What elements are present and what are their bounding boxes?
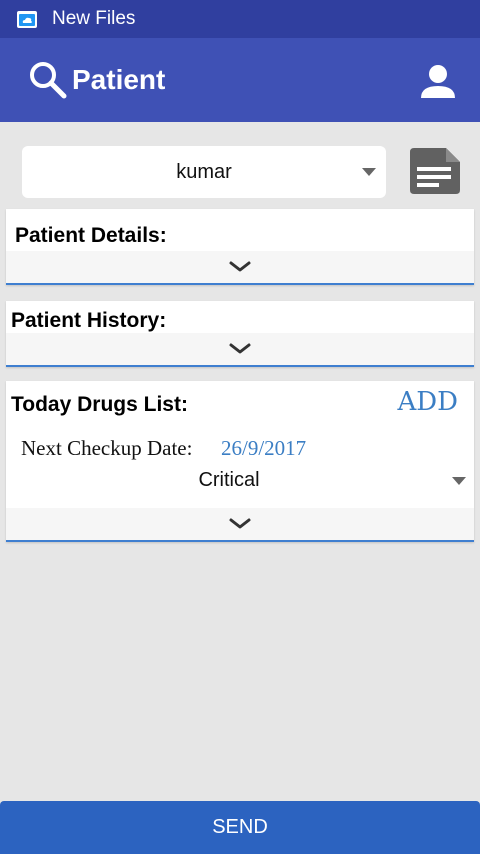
app-bar: Patient [0, 38, 480, 122]
today-drugs-title: Today Drugs List: [11, 393, 188, 416]
patient-details-card: Patient Details: [6, 209, 474, 285]
patient-details-expand[interactable] [6, 251, 474, 283]
page-title: Patient [72, 64, 166, 95]
priority-selector[interactable]: Critical [6, 469, 452, 497]
person-icon[interactable] [418, 62, 458, 102]
add-drug-button[interactable]: ADD [398, 387, 458, 417]
chevron-down-icon [229, 261, 251, 272]
today-drugs-expand[interactable] [6, 508, 474, 540]
patient-selector[interactable]: kumar [22, 146, 386, 198]
chevron-down-icon [229, 343, 251, 354]
patient-history-expand[interactable] [6, 333, 474, 365]
dropdown-arrow-icon [452, 477, 466, 485]
patient-selector-value: kumar [176, 160, 232, 183]
next-checkup-label: Next Checkup Date: [21, 436, 193, 460]
cloud-folder-icon [17, 11, 37, 28]
dropdown-arrow-icon [362, 168, 376, 176]
today-drugs-card: Today Drugs List: ADD Next Checkup Date:… [6, 381, 474, 542]
search-icon[interactable] [28, 60, 68, 100]
patient-history-card: Patient History: [6, 301, 474, 367]
document-icon[interactable] [408, 148, 460, 194]
status-bar: New Files [0, 0, 480, 38]
send-button[interactable]: SEND [0, 801, 480, 854]
next-checkup-date[interactable]: 26/9/2017 [221, 436, 306, 461]
patient-history-title: Patient History: [11, 309, 167, 332]
status-app-name: New Files [52, 8, 136, 29]
patient-details-title: Patient Details: [15, 224, 167, 247]
chevron-down-icon [229, 518, 251, 529]
